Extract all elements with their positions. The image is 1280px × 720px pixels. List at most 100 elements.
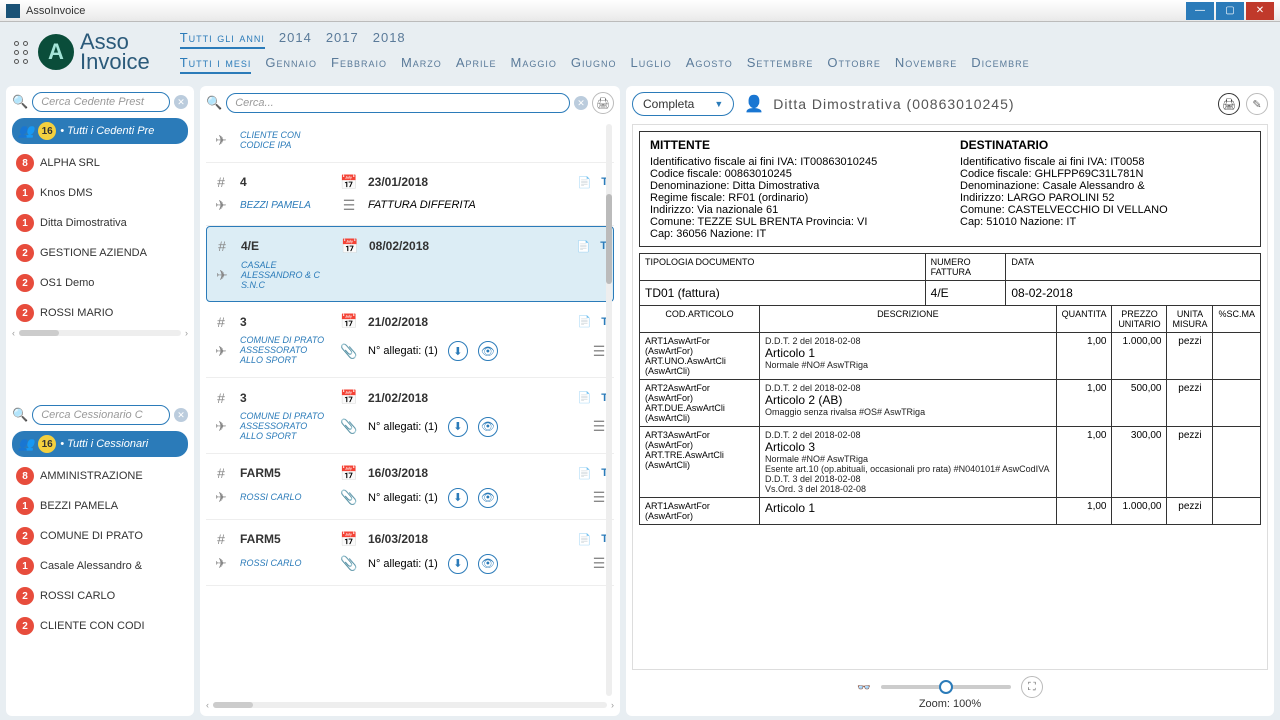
calendar-icon: 📅: [341, 238, 359, 255]
document-icon: 📄: [578, 315, 592, 328]
month-Giugno[interactable]: Giugno: [571, 55, 617, 74]
doc-header-table: TIPOLOGIA DOCUMENTO NUMERO FATTURA DATA …: [639, 253, 1261, 306]
invoice-card[interactable]: # 3 📅 21/02/2018 📄 T ✈COMUNE DI PRATO AS…: [206, 378, 614, 454]
view-button[interactable]: 👁: [478, 341, 498, 361]
list-item[interactable]: 8 AMMINISTRAZIONE: [12, 461, 188, 491]
month-Aprile[interactable]: Aprile: [456, 55, 497, 74]
download-button[interactable]: ⬇: [448, 341, 468, 361]
print-list-button[interactable]: 🖨: [592, 92, 614, 114]
list-item[interactable]: 2GESTIONE AZIENDA: [12, 238, 188, 268]
year-all[interactable]: Tutti gli anni: [180, 30, 265, 49]
year-2014[interactable]: 2014: [279, 30, 312, 49]
document-icon: 📄: [578, 391, 592, 404]
download-button[interactable]: ⬇: [448, 488, 468, 508]
invoice-number: 3: [240, 391, 330, 405]
month-Dicembre[interactable]: Dicembre: [971, 55, 1029, 74]
list-item[interactable]: 2ROSSI MARIO: [12, 298, 188, 328]
item-label: AMMINISTRAZIONE: [40, 470, 143, 482]
month-all[interactable]: Tutti i mesi: [180, 55, 252, 74]
print-detail-button[interactable]: 🖨: [1218, 93, 1240, 115]
logo: A AssoInvoice: [38, 32, 150, 72]
document-icon: 📄: [578, 176, 592, 189]
year-2017[interactable]: 2017: [326, 30, 359, 49]
send-icon: ✈: [212, 418, 230, 435]
invoice-card[interactable]: # FARM5 📅 16/03/2018 📄 T ✈ROSSI CARLO📎N°…: [206, 454, 614, 520]
cedenti-group-header[interactable]: 👥 16 • Tutti i Cedenti Pre: [12, 118, 188, 144]
invoice-card[interactable]: # 4 📅 23/01/2018 📄 T ✈BEZZI PAMELA☰FATTU…: [206, 163, 614, 226]
clip-icon: 📎: [340, 555, 358, 572]
document-icon: 📄: [578, 467, 592, 480]
item-label: ALPHA SRL: [40, 157, 100, 169]
invoice-list-panel: 🔍 Cerca... ✕ 🖨 ✈CLIENTE CON CODICE IPA #…: [200, 86, 620, 716]
table-row: ART1AswArtFor (AswArtFor) ART.UNO.AswArt…: [640, 333, 1261, 380]
list-item[interactable]: 2COMUNE DI PRATO: [12, 521, 188, 551]
people-icon: 👥: [18, 123, 34, 139]
month-Maggio[interactable]: Maggio: [511, 55, 557, 74]
table-row: ART3AswArtFor (AswArtFor) ART.TRE.AswArt…: [640, 427, 1261, 498]
edit-button[interactable]: ✎: [1246, 93, 1268, 115]
count-badge: 1: [16, 557, 34, 575]
invoice-number: 4/E: [241, 239, 331, 253]
invoice-card[interactable]: ✈CLIENTE CON CODICE IPA: [206, 120, 614, 163]
list-item[interactable]: 1Casale Alessandro &: [12, 551, 188, 581]
invoice-card[interactable]: # FARM5 📅 16/03/2018 📄 T ✈ROSSI CARLO📎N°…: [206, 520, 614, 586]
menu-dots-icon[interactable]: [14, 41, 28, 64]
list-item[interactable]: 8 ALPHA SRL: [12, 148, 188, 178]
list-item[interactable]: 2OS1 Demo: [12, 268, 188, 298]
minimize-button[interactable]: —: [1186, 2, 1214, 20]
close-button[interactable]: ✕: [1246, 2, 1274, 20]
hscrollbar[interactable]: ‹›: [12, 328, 188, 338]
maximize-button[interactable]: ▢: [1216, 2, 1244, 20]
list-item[interactable]: 1Ditta Dimostrativa: [12, 208, 188, 238]
month-Gennaio[interactable]: Gennaio: [265, 55, 317, 74]
list-item[interactable]: 1BEZZI PAMELA: [12, 491, 188, 521]
send-icon: ✈: [212, 555, 230, 572]
fullscreen-button[interactable]: ⛶: [1021, 676, 1043, 698]
view-button[interactable]: 👁: [478, 417, 498, 437]
download-button[interactable]: ⬇: [448, 417, 468, 437]
month-Ottobre[interactable]: Ottobre: [827, 55, 880, 74]
table-row: ART2AswArtFor (AswArtFor) ART.DUE.AswArt…: [640, 380, 1261, 427]
zoom-bar: 👓 ⛶: [632, 670, 1268, 698]
titlebar: AssoInvoice — ▢ ✕: [0, 0, 1280, 22]
download-button[interactable]: ⬇: [448, 554, 468, 574]
count-badge: 8: [16, 154, 34, 172]
clear-search-button[interactable]: ✕: [174, 408, 188, 422]
view-button[interactable]: 👁: [478, 554, 498, 574]
hscrollbar[interactable]: ‹›: [206, 700, 614, 710]
cessionari-group-header[interactable]: 👥 16 • Tutti i Cessionari: [12, 431, 188, 457]
month-Marzo[interactable]: Marzo: [401, 55, 442, 74]
list-item[interactable]: 2CLIENTE CON CODI: [12, 611, 188, 641]
clip-icon: 📎: [340, 489, 358, 506]
detail-panel: Completa ▼ 👤 Ditta Dimostrativa (0086301…: [626, 86, 1274, 716]
count-badge: 8: [16, 467, 34, 485]
count-badge: 1: [16, 497, 34, 515]
search-invoices-input[interactable]: Cerca...: [226, 93, 570, 113]
binoculars-icon: 👓: [857, 681, 871, 694]
hash-icon: #: [212, 174, 230, 190]
year-2018[interactable]: 2018: [373, 30, 406, 49]
send-icon: ✈: [213, 267, 231, 284]
list-item[interactable]: 2ROSSI CARLO: [12, 581, 188, 611]
search-cessionario-input[interactable]: Cerca Cessionario C: [32, 405, 170, 425]
invoice-date: 21/02/2018: [368, 315, 458, 329]
month-Settembre[interactable]: Settembre: [747, 55, 814, 74]
vscrollbar[interactable]: [606, 124, 612, 696]
month-Agosto[interactable]: Agosto: [686, 55, 733, 74]
month-Luglio[interactable]: Luglio: [630, 55, 671, 74]
view-mode-select[interactable]: Completa ▼: [632, 92, 734, 116]
invoice-card[interactable]: # 3 📅 21/02/2018 📄 T ✈COMUNE DI PRATO AS…: [206, 302, 614, 378]
invoice-card[interactable]: # 4/E 📅 08/02/2018 📄 T ✈Casale Alessandr…: [206, 226, 614, 303]
month-Febbraio[interactable]: Febbraio: [331, 55, 387, 74]
zoom-slider[interactable]: [881, 685, 1011, 689]
list-item[interactable]: 1Knos DMS: [12, 178, 188, 208]
clip-icon: 📎: [340, 418, 358, 435]
clear-search-button[interactable]: ✕: [574, 96, 588, 110]
cessionari-count-badge: 16: [38, 435, 56, 453]
calendar-icon: 📅: [340, 389, 358, 406]
clear-search-button[interactable]: ✕: [174, 95, 188, 109]
month-Novembre[interactable]: Novembre: [895, 55, 957, 74]
view-button[interactable]: 👁: [478, 488, 498, 508]
search-cedente-input[interactable]: Cerca Cedente Prest: [32, 92, 170, 112]
cedenti-count-badge: 16: [38, 122, 56, 140]
